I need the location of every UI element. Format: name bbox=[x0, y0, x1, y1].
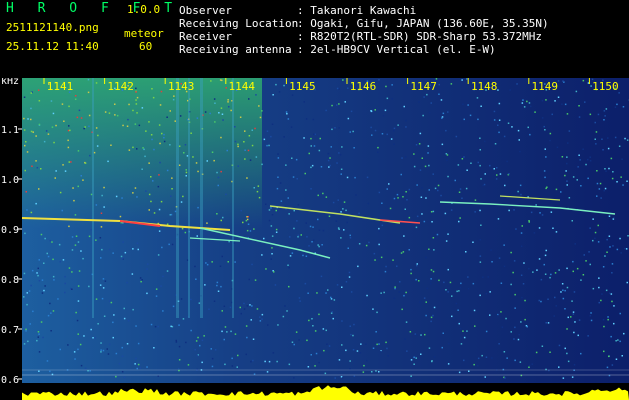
time-tick-label: 1150 bbox=[592, 80, 619, 93]
time-tick-label: 1142 bbox=[107, 80, 134, 93]
info-sep: : bbox=[297, 17, 311, 30]
frequency-tick-label: 1.0 bbox=[1, 175, 19, 186]
signal-level-strip bbox=[0, 383, 629, 400]
app-version: 1.0.0 bbox=[127, 3, 161, 16]
info-value: R820T2(RTL-SDR) SDR-Sharp 53.372MHz bbox=[310, 30, 543, 43]
time-tick-label: 1144 bbox=[229, 80, 256, 93]
info-key: Receiver bbox=[179, 30, 232, 43]
info-sep: : bbox=[297, 30, 311, 43]
info-row-location: Receiving Location: Ogaki, Gifu, JAPAN (… bbox=[179, 17, 549, 30]
info-value: Ogaki, Gifu, JAPAN (136.60E, 35.35N) bbox=[310, 17, 549, 30]
hroffft-window: H R O F F T 1.0.0 2511121140.png 25.11.1… bbox=[0, 0, 629, 400]
frequency-tick-label: 0.8 bbox=[1, 275, 19, 286]
file-datetime: 25.11.12 11:40 bbox=[6, 40, 99, 53]
time-tick-label: 1141 bbox=[47, 80, 74, 93]
time-tick-label: 1143 bbox=[168, 80, 195, 93]
file-name: 2511121140.png bbox=[6, 21, 99, 34]
time-tick-label: 1147 bbox=[410, 80, 437, 93]
noise-burst-region bbox=[22, 78, 262, 228]
info-key: Observer bbox=[179, 4, 232, 17]
station-info: Observer: Takanori Kawachi Receiving Loc… bbox=[179, 4, 549, 56]
info-value: 2el-HB9CV Vertical (el. E-W) bbox=[310, 43, 496, 56]
time-tick-label: 1148 bbox=[471, 80, 498, 93]
mode-label: meteor bbox=[124, 27, 164, 40]
header-panel: H R O F F T 1.0.0 2511121140.png 25.11.1… bbox=[0, 0, 629, 78]
mode-count: 60 bbox=[139, 40, 153, 53]
spectrogram: kHz 1.1 1.0 0.9 0.8 0.7 0.6 1141 1142 1143 1144 11… bbox=[0, 78, 629, 400]
info-row-observer: Observer: Takanori Kawachi bbox=[179, 4, 549, 17]
info-key: Receiving antenna bbox=[179, 43, 292, 56]
time-tick-label: 1149 bbox=[532, 80, 559, 93]
frequency-tick-label: 0.9 bbox=[1, 225, 19, 236]
info-row-antenna: Receiving antenna: 2el-HB9CV Vertical (e… bbox=[179, 43, 549, 56]
info-row-receiver: Receiver: R820T2(RTL-SDR) SDR-Sharp 53.3… bbox=[179, 30, 549, 43]
frequency-tick-label: 0.7 bbox=[1, 325, 19, 336]
time-tick-label: 1146 bbox=[350, 80, 377, 93]
info-value: Takanori Kawachi bbox=[310, 4, 417, 17]
info-sep: : bbox=[297, 4, 311, 17]
frequency-axis: kHz1.11.00.90.80.70.6 bbox=[0, 78, 22, 400]
info-key: Receiving Location bbox=[179, 17, 299, 30]
spectrogram-canvas: kHz1.11.00.90.80.70.6 1141 1142 1143 1144 11… bbox=[0, 78, 629, 400]
time-tick-label: 1145 bbox=[289, 80, 316, 93]
frequency-tick-label: 1.1 bbox=[1, 125, 19, 136]
info-sep: : bbox=[297, 43, 311, 56]
frequency-unit: kHz bbox=[1, 78, 19, 87]
